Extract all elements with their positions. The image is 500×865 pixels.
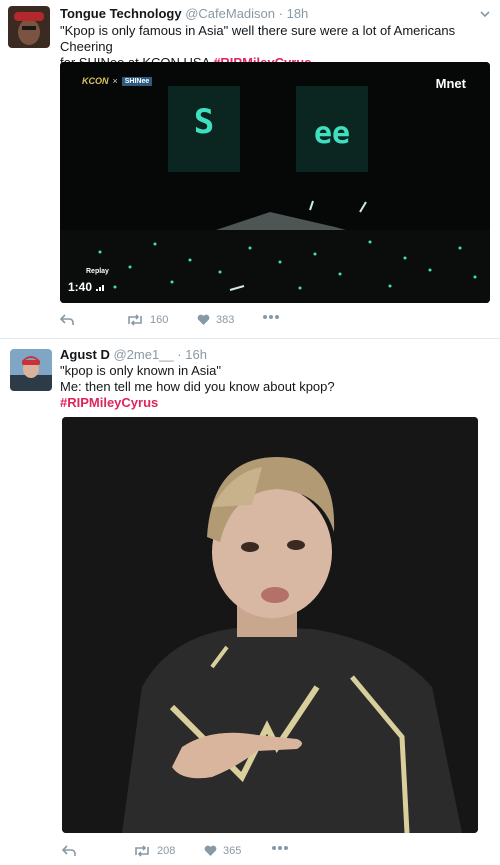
photo-image [62, 417, 478, 833]
more-icon [263, 315, 279, 319]
retweet-button[interactable]: 208 [133, 845, 175, 857]
replay-label[interactable]: Replay [86, 268, 109, 275]
reply-button[interactable] [60, 314, 74, 326]
tweet-text-line: #RIPMileyCyrus [60, 395, 490, 411]
video-player[interactable]: S ee KCON × SHINee Mnet Replay 1:40 [60, 62, 490, 303]
tweet-text-line: "kpop is only known in Asia" [60, 363, 221, 378]
tweet-actions: 208 365 [62, 845, 492, 865]
tweet-header: Tongue Technology @CafeMadison · 18h [60, 6, 308, 21]
like-button[interactable]: 365 [204, 845, 241, 857]
duration-text: 1:40 [68, 280, 93, 294]
kcon-logo: KCON [82, 76, 109, 86]
display-name[interactable]: Tongue Technology [60, 6, 182, 21]
stage-screen-right: ee [313, 116, 351, 151]
reply-icon [62, 845, 76, 856]
user-handle[interactable]: @2me1__ [113, 347, 173, 362]
signal-icon [96, 285, 105, 291]
retweet-count: 160 [150, 314, 169, 326]
banner-x: × [112, 76, 118, 86]
chevron-down-icon[interactable] [478, 7, 492, 21]
tweet-text-line: Me: then tell me how did you know about … [60, 379, 335, 394]
tweet-header: Agust D @2me1__ · 16h [60, 347, 207, 362]
tweet-actions: 160 383 [60, 314, 490, 334]
broadcast-banner: KCON × SHINee [82, 76, 153, 86]
video-duration: 1:40 [68, 280, 106, 294]
timestamp[interactable]: 16h [185, 347, 207, 362]
retweet-icon [128, 314, 142, 326]
like-count: 383 [216, 314, 235, 326]
separator: · [278, 6, 283, 21]
heart-icon [197, 314, 210, 325]
reply-icon [60, 314, 74, 325]
banner-tag: SHINee [121, 76, 153, 86]
tweet-photo[interactable] [62, 417, 478, 833]
video-frame [60, 62, 490, 303]
tweet[interactable]: Tongue Technology @CafeMadison · 18h "Kp… [0, 0, 500, 338]
stage-screen-left: S [193, 102, 215, 142]
avatar[interactable] [8, 6, 50, 48]
mnet-logo: Mnet [435, 76, 466, 91]
hashtag-link[interactable]: #RIPMileyCyrus [60, 395, 158, 410]
more-icon [272, 846, 288, 850]
reply-button[interactable] [62, 845, 76, 857]
timestamp[interactable]: 18h [287, 6, 309, 21]
heart-icon [204, 845, 217, 856]
more-button[interactable] [271, 845, 289, 851]
avatar[interactable] [10, 349, 52, 391]
like-button[interactable]: 383 [197, 314, 234, 326]
tweet[interactable]: Agust D @2me1__ · 16h "kpop is only know… [0, 339, 500, 861]
separator: · [177, 347, 182, 362]
tweet-text-line: "Kpop is only famous in Asia" well there… [60, 23, 456, 54]
like-count: 365 [223, 845, 242, 857]
tweet-text: "kpop is only known in Asia" Me: then te… [60, 363, 490, 411]
display-name[interactable]: Agust D [60, 347, 110, 362]
user-handle[interactable]: @CafeMadison [185, 6, 275, 21]
retweet-button[interactable]: 160 [126, 314, 168, 326]
retweet-count: 208 [157, 845, 176, 857]
retweet-icon [135, 845, 149, 857]
more-button[interactable] [262, 314, 280, 320]
